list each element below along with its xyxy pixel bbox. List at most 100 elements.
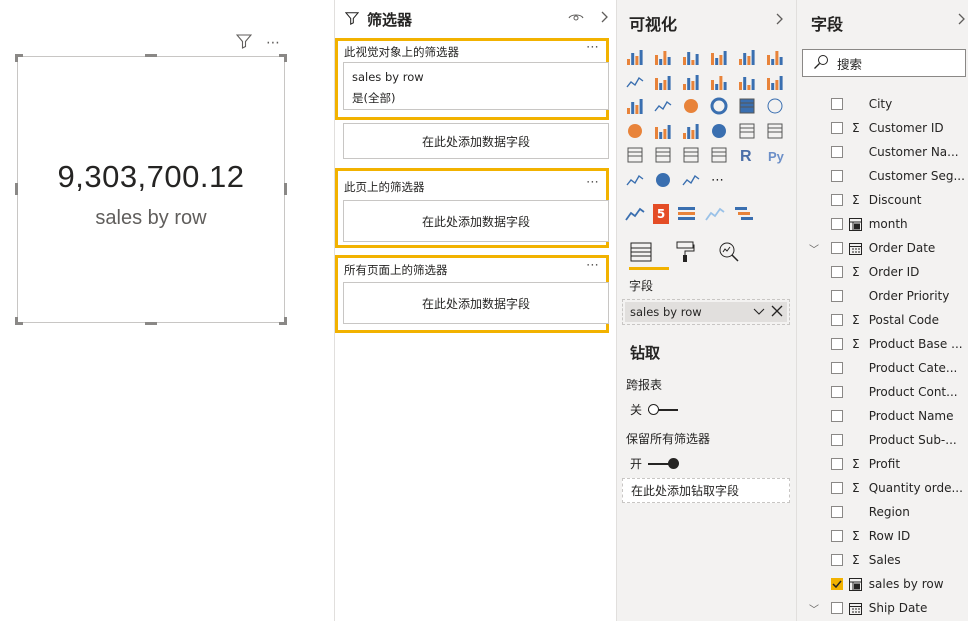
resize-handle[interactable]	[284, 54, 287, 62]
field-row[interactable]: Product Cont...	[797, 380, 968, 404]
card-visual[interactable]: 9,303,700.12 sales by row	[17, 56, 285, 323]
gantt-icon[interactable]	[733, 204, 753, 224]
slicer-icon[interactable]	[653, 146, 673, 164]
more-options-icon[interactable]: ⋯	[266, 35, 281, 51]
wave-icon[interactable]	[705, 204, 725, 224]
field-checkbox[interactable]	[830, 458, 843, 470]
stacked-column-icon[interactable]	[653, 48, 673, 66]
field-row[interactable]: Σ Discount	[797, 188, 968, 212]
field-row[interactable]: Σ Profit	[797, 452, 968, 476]
field-row[interactable]: ﹀ Order Date	[797, 236, 968, 260]
field-checkbox[interactable]	[830, 146, 843, 158]
page-filter-drop-zone[interactable]: 在此处添加数据字段	[343, 200, 609, 242]
clustered-column-icon[interactable]	[709, 48, 729, 66]
cross-report-toggle[interactable]: 关	[630, 401, 679, 418]
field-checkbox[interactable]	[830, 218, 843, 230]
sparkline-icon[interactable]	[625, 204, 645, 224]
format-paint-roller-icon[interactable]	[673, 240, 697, 264]
resize-handle[interactable]	[145, 54, 157, 57]
report-canvas[interactable]: ⋯ 9,303,700.12 sales by row	[0, 0, 334, 621]
filter-card-sales-by-row[interactable]: sales by row 是(全部)	[343, 62, 609, 110]
field-row[interactable]: Σ Sales	[797, 548, 968, 572]
key-influencers-icon[interactable]	[625, 171, 645, 189]
field-checkbox[interactable]	[830, 266, 843, 278]
bullet-list-icon[interactable]	[677, 204, 697, 224]
field-row[interactable]: City	[797, 92, 968, 116]
field-checkbox[interactable]	[830, 122, 843, 134]
field-row[interactable]: Customer Seg...	[797, 164, 968, 188]
map-icon[interactable]	[765, 97, 785, 115]
expand-chevron-icon[interactable]: ﹀	[809, 241, 821, 256]
field-pill-sales-by-row[interactable]: sales by row	[625, 302, 787, 322]
field-checkbox[interactable]	[830, 362, 843, 374]
field-checkbox[interactable]	[830, 170, 843, 182]
field-row[interactable]: Σ Postal Code	[797, 308, 968, 332]
decomposition-icon[interactable]	[681, 171, 701, 189]
stacked-area-icon[interactable]	[681, 73, 701, 91]
multirow-card-icon[interactable]	[765, 122, 785, 140]
field-checkbox[interactable]	[830, 290, 843, 302]
kpi-icon[interactable]	[625, 146, 645, 164]
chevron-down-icon[interactable]	[753, 306, 765, 320]
stacked-bar-icon[interactable]	[625, 48, 645, 66]
waterfall-icon[interactable]	[625, 97, 645, 115]
funnel-icon[interactable]	[681, 122, 701, 140]
field-checkbox[interactable]	[830, 554, 843, 566]
line-clustered-icon[interactable]	[737, 73, 757, 91]
table-icon[interactable]	[681, 146, 701, 164]
r-visual-icon[interactable]: R	[737, 146, 757, 164]
matrix-icon[interactable]	[709, 146, 729, 164]
python-visual-icon[interactable]: Py	[765, 146, 785, 164]
resize-handle[interactable]	[145, 322, 157, 325]
drillthrough-drop-zone[interactable]: 在此处添加钻取字段	[622, 478, 790, 503]
resize-handle[interactable]	[15, 54, 18, 62]
ribbon-chart-icon[interactable]	[765, 73, 785, 91]
visual-filter-drop-zone[interactable]: 在此处添加数据字段	[343, 123, 609, 159]
field-checkbox[interactable]	[830, 242, 843, 254]
field-row[interactable]: month	[797, 212, 968, 236]
fields-well[interactable]: sales by row	[622, 299, 790, 325]
field-row[interactable]: Product Sub-...	[797, 428, 968, 452]
field-row[interactable]: Σ Row ID	[797, 524, 968, 548]
all-pages-filter-drop-zone[interactable]: 在此处添加数据字段	[343, 282, 609, 324]
more-visuals-icon[interactable]: ⋯	[709, 171, 729, 189]
field-row[interactable]: Σ Product Base ...	[797, 332, 968, 356]
filled-map-icon[interactable]	[625, 122, 645, 140]
100-column-icon[interactable]	[765, 48, 785, 66]
area-chart-icon[interactable]	[653, 73, 673, 91]
field-checkbox[interactable]	[830, 602, 843, 614]
field-row[interactable]: Product Cate...	[797, 356, 968, 380]
field-row[interactable]: ﹀ Ship Date	[797, 596, 968, 620]
field-checkbox[interactable]	[830, 314, 843, 326]
shape-map-icon[interactable]	[653, 122, 673, 140]
resize-handle[interactable]	[284, 183, 287, 195]
pie-icon[interactable]	[681, 97, 701, 115]
collapse-chevron-icon[interactable]	[957, 12, 967, 30]
filter-icon[interactable]	[235, 33, 253, 52]
keep-filters-toggle[interactable]: 开	[630, 455, 680, 472]
card-icon[interactable]	[737, 122, 757, 140]
resize-handle[interactable]	[284, 317, 287, 325]
field-row[interactable]: Order Priority	[797, 284, 968, 308]
field-checkbox[interactable]	[830, 434, 843, 446]
toggle-track[interactable]	[648, 457, 680, 469]
donut-icon[interactable]	[709, 97, 729, 115]
clustered-bar-icon[interactable]	[681, 48, 701, 66]
arcgis-icon[interactable]	[653, 171, 673, 189]
field-row[interactable]: Σ Order ID	[797, 260, 968, 284]
line-column-icon[interactable]	[709, 73, 729, 91]
html5-icon[interactable]: 5	[653, 204, 669, 224]
field-checkbox[interactable]	[830, 482, 843, 494]
resize-handle[interactable]	[15, 317, 18, 325]
fields-search-input[interactable]: 搜索	[802, 49, 966, 77]
scatter-icon[interactable]	[653, 97, 673, 115]
field-row[interactable]: sales by row	[797, 572, 968, 596]
field-checkbox[interactable]	[830, 386, 843, 398]
analytics-magnifier-icon[interactable]	[717, 240, 741, 264]
collapse-chevron-icon[interactable]	[600, 10, 610, 28]
field-checkbox[interactable]	[830, 506, 843, 518]
fields-tab-icon[interactable]	[629, 240, 653, 264]
field-checkbox[interactable]	[830, 194, 843, 206]
treemap-icon[interactable]	[737, 97, 757, 115]
field-checkbox[interactable]	[830, 410, 843, 422]
